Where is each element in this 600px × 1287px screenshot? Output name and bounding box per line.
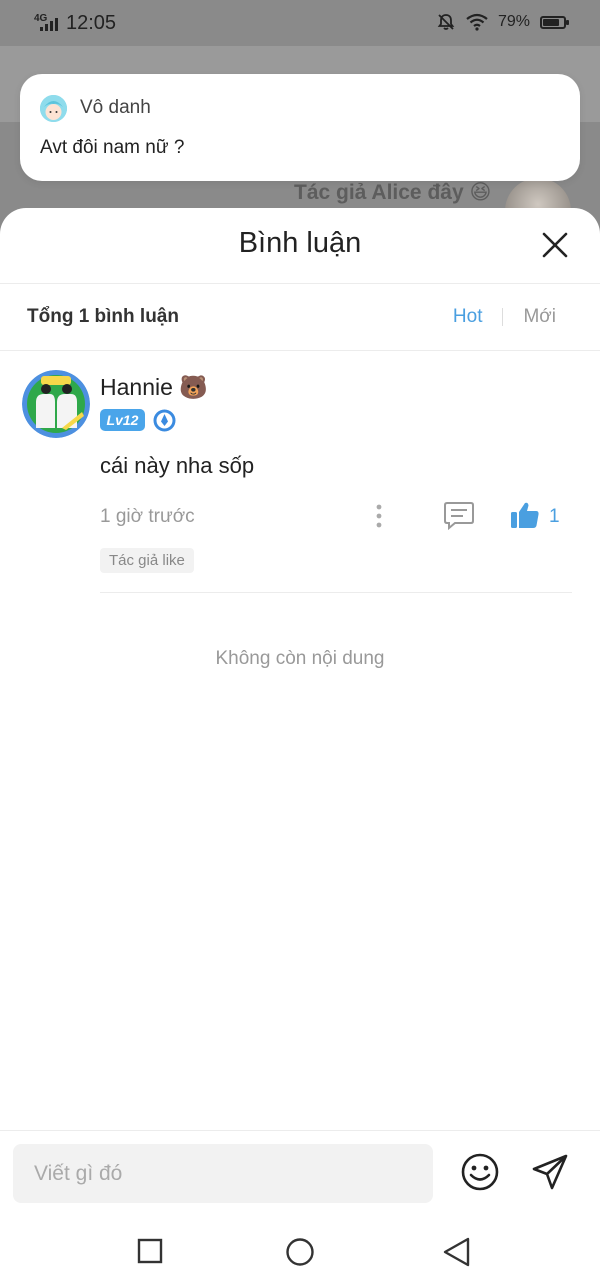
- battery-percent: 79%: [497, 13, 530, 30]
- home-icon[interactable]: [285, 1237, 315, 1267]
- sort-tabs: Hot Mới: [453, 306, 556, 328]
- header-divider: [0, 283, 600, 284]
- level-badge: Lv12: [100, 409, 145, 431]
- signal-icon: [40, 18, 58, 31]
- avatar[interactable]: [22, 370, 90, 438]
- mute-bell-icon: [437, 14, 455, 30]
- comment-total: Tổng 1 bình luận: [27, 306, 179, 327]
- tab-new[interactable]: Mới: [523, 306, 556, 328]
- comment-input[interactable]: [13, 1144, 433, 1203]
- status-bar: 4G 12:05 79%: [0, 0, 600, 46]
- reply-icon[interactable]: [443, 500, 475, 530]
- comment-user-name[interactable]: Hannie 🐻: [100, 374, 208, 401]
- emoji-icon[interactable]: [460, 1152, 500, 1192]
- composer-divider: [0, 1130, 600, 1131]
- notification-toast[interactable]: Vô danh Avt đôi nam nữ ?: [20, 74, 580, 181]
- more-options-icon[interactable]: [370, 503, 388, 529]
- battery-icon: [540, 15, 569, 29]
- sheet-title: Bình luận: [238, 227, 362, 259]
- verified-badge-icon: [153, 409, 176, 432]
- background-author-text: Tác giả Alice đây 😆: [294, 181, 492, 204]
- back-icon[interactable]: [441, 1236, 471, 1268]
- like-count: 1: [549, 506, 560, 527]
- comment-divider: [100, 592, 572, 593]
- send-icon[interactable]: [530, 1152, 570, 1192]
- toast-message: Avt đôi nam nữ ?: [40, 137, 185, 158]
- toast-user-name: Vô danh: [80, 97, 151, 118]
- like-icon[interactable]: [510, 501, 540, 529]
- toast-avatar: [40, 95, 67, 122]
- end-of-list-message: Không còn nội dung: [215, 648, 385, 669]
- tab-separator: [502, 308, 504, 326]
- comment-text: cái này nha sốp: [100, 453, 255, 478]
- status-time: 12:05: [66, 12, 117, 34]
- close-icon[interactable]: [538, 228, 572, 262]
- comment-time: 1 giờ trước: [100, 506, 195, 527]
- author-liked-tag: Tác giả like: [100, 548, 194, 573]
- recent-apps-icon[interactable]: [137, 1238, 163, 1264]
- wifi-icon: [466, 13, 488, 31]
- tab-hot[interactable]: Hot: [453, 306, 483, 328]
- sort-divider: [0, 350, 600, 351]
- comments-sheet: Bình luận Tổng 1 bình luận Hot Mới Hanni…: [0, 208, 600, 1287]
